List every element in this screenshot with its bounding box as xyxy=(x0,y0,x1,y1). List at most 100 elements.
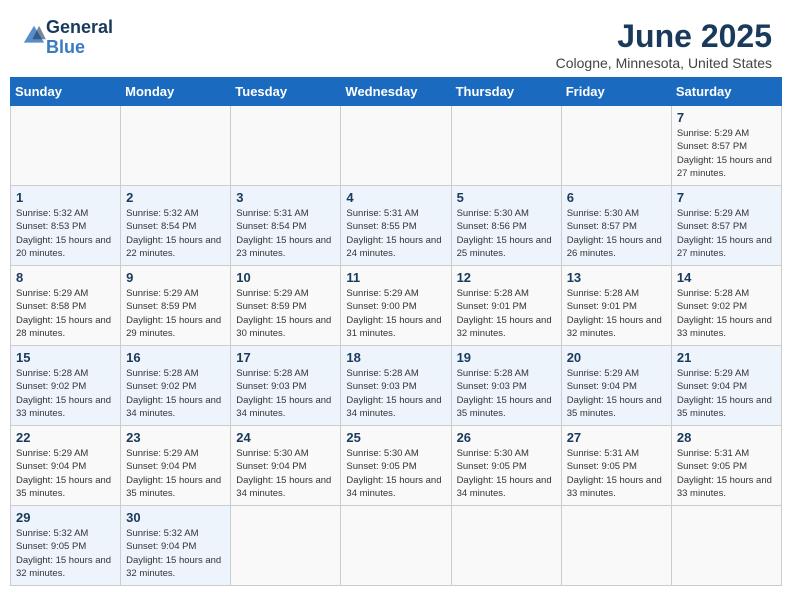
calendar-cell: 21Sunrise: 5:29 AMSunset: 9:04 PMDayligh… xyxy=(671,346,781,426)
day-of-week-header: Tuesday xyxy=(231,78,341,106)
calendar-cell: 25 Sunrise: 5:30 AMSunset: 9:05 PMDayligh… xyxy=(341,426,451,506)
calendar-cell: 2Sunrise: 5:32 AMSunset: 8:54 PMDaylight… xyxy=(121,186,231,266)
day-info: Sunrise: 5:30 AMSunset: 9:05 PMDaylight:… xyxy=(457,447,556,500)
day-info: Sunrise: 5:29 AMSunset: 9:04 PMDaylight:… xyxy=(126,447,225,500)
day-number: 23 xyxy=(126,430,225,445)
day-number: 22 xyxy=(16,430,115,445)
day-number: 26 xyxy=(457,430,556,445)
day-number: 8 xyxy=(16,270,115,285)
day-info: Sunrise: 5:29 AMSunset: 9:04 PMDaylight:… xyxy=(677,367,776,420)
day-number: 6 xyxy=(567,190,666,205)
calendar-cell: 23 Sunrise: 5:29 AMSunset: 9:04 PMDayligh… xyxy=(121,426,231,506)
day-info: Sunrise: 5:31 AMSunset: 9:05 PMDaylight:… xyxy=(677,447,776,500)
calendar-cell: 20 Sunrise: 5:29 AMSunset: 9:04 PMDayligh… xyxy=(561,346,671,426)
day-info: Sunrise: 5:28 AMSunset: 9:03 PMDaylight:… xyxy=(236,367,335,420)
day-number: 7 xyxy=(677,190,776,205)
day-number: 28 xyxy=(677,430,776,445)
calendar-week-row: 29 Sunrise: 5:32 AMSunset: 9:05 PMDayligh… xyxy=(11,506,782,586)
calendar-cell xyxy=(561,106,671,186)
title-area: June 2025 Cologne, Minnesota, United Sta… xyxy=(556,18,772,71)
day-number: 16 xyxy=(126,350,225,365)
calendar-cell: 28 Sunrise: 5:31 AMSunset: 9:05 PMDayligh… xyxy=(671,426,781,506)
calendar-cell: 29 Sunrise: 5:32 AMSunset: 9:05 PMDayligh… xyxy=(11,506,121,586)
calendar-cell xyxy=(121,106,231,186)
calendar-cell: 11Sunrise: 5:29 AMSunset: 9:00 PMDayligh… xyxy=(341,266,451,346)
day-info: Sunrise: 5:28 AMSunset: 9:03 PMDaylight:… xyxy=(457,367,556,420)
calendar-cell: 1Sunrise: 5:32 AMSunset: 8:53 PMDaylight… xyxy=(11,186,121,266)
calendar-week-row: 22 Sunrise: 5:29 AMSunset: 9:04 PMDayligh… xyxy=(11,426,782,506)
day-number: 24 xyxy=(236,430,335,445)
calendar-cell: 10Sunrise: 5:29 AMSunset: 8:59 PMDayligh… xyxy=(231,266,341,346)
day-info: Sunrise: 5:28 AMSunset: 9:01 PMDaylight:… xyxy=(457,287,556,340)
logo-icon xyxy=(22,24,46,46)
day-info: Sunrise: 5:30 AMSunset: 9:05 PMDaylight:… xyxy=(346,447,445,500)
calendar-cell: 24 Sunrise: 5:30 AMSunset: 9:04 PMDayligh… xyxy=(231,426,341,506)
day-number: 19 xyxy=(457,350,556,365)
calendar-week-row: 7 Sunrise: 5:29 AMSunset: 8:57 PMDaylight… xyxy=(11,106,782,186)
calendar-cell xyxy=(341,106,451,186)
calendar-cell: 14Sunrise: 5:28 AMSunset: 9:02 PMDayligh… xyxy=(671,266,781,346)
calendar-cell: 9 Sunrise: 5:29 AMSunset: 8:59 PMDaylight… xyxy=(121,266,231,346)
day-info: Sunrise: 5:31 AMSunset: 8:55 PMDaylight:… xyxy=(346,207,445,260)
day-info: Sunrise: 5:29 AMSunset: 9:04 PMDaylight:… xyxy=(567,367,666,420)
day-number: 27 xyxy=(567,430,666,445)
day-info: Sunrise: 5:30 AMSunset: 8:57 PMDaylight:… xyxy=(567,207,666,260)
calendar-cell: 30 Sunrise: 5:32 AMSunset: 9:04 PMDayligh… xyxy=(121,506,231,586)
day-info: Sunrise: 5:30 AMSunset: 9:04 PMDaylight:… xyxy=(236,447,335,500)
day-number: 7 xyxy=(677,110,776,125)
day-info: Sunrise: 5:28 AMSunset: 9:02 PMDaylight:… xyxy=(677,287,776,340)
calendar-cell: 26 Sunrise: 5:30 AMSunset: 9:05 PMDayligh… xyxy=(451,426,561,506)
day-info: Sunrise: 5:29 AMSunset: 8:58 PMDaylight:… xyxy=(16,287,115,340)
calendar-cell: 6 Sunrise: 5:30 AMSunset: 8:57 PMDaylight… xyxy=(561,186,671,266)
calendar-week-row: 1Sunrise: 5:32 AMSunset: 8:53 PMDaylight… xyxy=(11,186,782,266)
day-number: 12 xyxy=(457,270,556,285)
day-number: 1 xyxy=(16,190,115,205)
day-info: Sunrise: 5:32 AMSunset: 9:05 PMDaylight:… xyxy=(16,527,115,580)
day-info: Sunrise: 5:30 AMSunset: 8:56 PMDaylight:… xyxy=(457,207,556,260)
day-info: Sunrise: 5:29 AMSunset: 9:04 PMDaylight:… xyxy=(16,447,115,500)
calendar-cell: 7 Sunrise: 5:29 AMSunset: 8:57 PMDaylight… xyxy=(671,186,781,266)
day-info: Sunrise: 5:32 AMSunset: 8:54 PMDaylight:… xyxy=(126,207,225,260)
logo-text: GeneralBlue xyxy=(46,18,113,58)
calendar-cell: 22 Sunrise: 5:29 AMSunset: 9:04 PMDayligh… xyxy=(11,426,121,506)
day-number: 11 xyxy=(346,270,445,285)
calendar-cell xyxy=(561,506,671,586)
calendar-cell: 19 Sunrise: 5:28 AMSunset: 9:03 PMDayligh… xyxy=(451,346,561,426)
day-info: Sunrise: 5:29 AMSunset: 8:59 PMDaylight:… xyxy=(126,287,225,340)
calendar-cell xyxy=(231,106,341,186)
calendar-week-row: 15 Sunrise: 5:28 AMSunset: 9:02 PMDayligh… xyxy=(11,346,782,426)
day-of-week-header: Saturday xyxy=(671,78,781,106)
calendar-header-row: SundayMondayTuesdayWednesdayThursdayFrid… xyxy=(11,78,782,106)
day-number: 15 xyxy=(16,350,115,365)
calendar-cell: 3Sunrise: 5:31 AMSunset: 8:54 PMDaylight… xyxy=(231,186,341,266)
day-number: 29 xyxy=(16,510,115,525)
day-info: Sunrise: 5:32 AMSunset: 9:04 PMDaylight:… xyxy=(126,527,225,580)
day-number: 17 xyxy=(236,350,335,365)
day-number: 20 xyxy=(567,350,666,365)
day-of-week-header: Wednesday xyxy=(341,78,451,106)
calendar-cell xyxy=(11,106,121,186)
calendar-cell xyxy=(231,506,341,586)
calendar-cell: 4Sunrise: 5:31 AMSunset: 8:55 PMDaylight… xyxy=(341,186,451,266)
day-number: 30 xyxy=(126,510,225,525)
calendar-cell: 13Sunrise: 5:28 AMSunset: 9:01 PMDayligh… xyxy=(561,266,671,346)
calendar-cell: 5Sunrise: 5:30 AMSunset: 8:56 PMDaylight… xyxy=(451,186,561,266)
calendar-table: SundayMondayTuesdayWednesdayThursdayFrid… xyxy=(10,77,782,586)
day-number: 13 xyxy=(567,270,666,285)
calendar-cell xyxy=(671,506,781,586)
day-number: 25 xyxy=(346,430,445,445)
calendar-cell: 27 Sunrise: 5:31 AMSunset: 9:05 PMDayligh… xyxy=(561,426,671,506)
day-info: Sunrise: 5:29 AMSunset: 8:57 PMDaylight:… xyxy=(677,127,776,180)
day-number: 9 xyxy=(126,270,225,285)
calendar-week-row: 8 Sunrise: 5:29 AMSunset: 8:58 PMDaylight… xyxy=(11,266,782,346)
day-info: Sunrise: 5:28 AMSunset: 9:02 PMDaylight:… xyxy=(126,367,225,420)
day-number: 10 xyxy=(236,270,335,285)
day-info: Sunrise: 5:29 AMSunset: 8:57 PMDaylight:… xyxy=(677,207,776,260)
day-of-week-header: Friday xyxy=(561,78,671,106)
calendar-cell xyxy=(451,106,561,186)
day-number: 18 xyxy=(346,350,445,365)
day-info: Sunrise: 5:31 AMSunset: 8:54 PMDaylight:… xyxy=(236,207,335,260)
calendar-cell: 15Sunrise: 5:28 AMSunset: 9:02 PMDayligh… xyxy=(11,346,121,426)
day-info: Sunrise: 5:31 AMSunset: 9:05 PMDaylight:… xyxy=(567,447,666,500)
location-title: Cologne, Minnesota, United States xyxy=(556,55,772,71)
